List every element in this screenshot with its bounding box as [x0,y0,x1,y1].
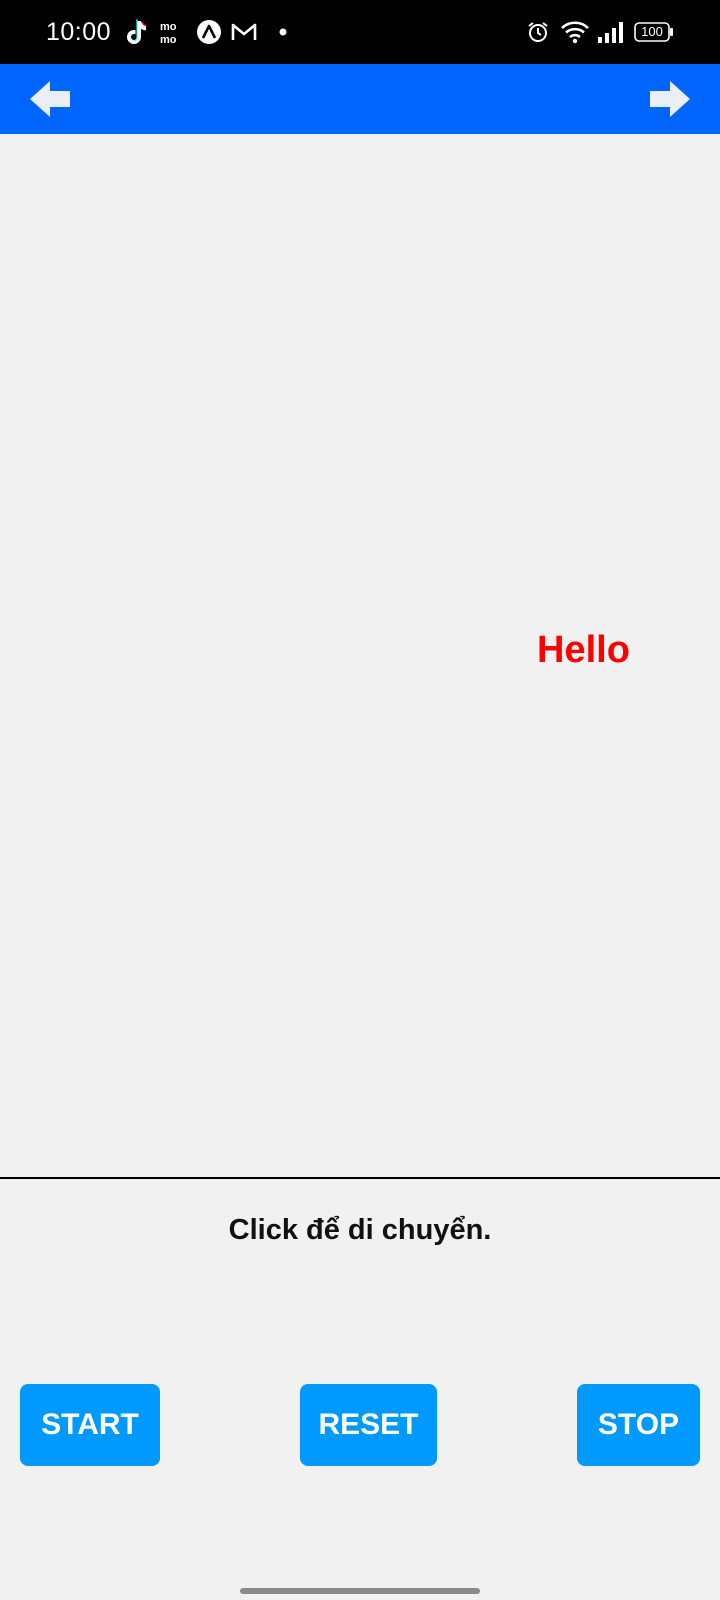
arrow-right-icon[interactable] [648,78,692,120]
instruction-text: Click để di chuyển. [228,1214,492,1246]
momo-icon: mo mo [160,21,177,46]
alarm-icon [528,22,548,42]
animation-area: Hello [0,134,720,1178]
battery-icon: 100 [634,22,674,42]
arrow-left-icon[interactable] [28,78,72,120]
reset-button[interactable]: RESET [300,1384,437,1466]
stop-button[interactable]: STOP [577,1384,700,1466]
gmail-icon [231,23,257,40]
svg-text:mo: mo [160,34,177,46]
divider [0,1177,720,1179]
hello-text: Hello [537,629,630,671]
tiktok-icon [127,19,147,44]
expo-icon [197,20,221,44]
status-bar: 10:00 mo mo 100 [0,0,720,64]
status-time: 10:00 [46,18,112,46]
app-bar [0,64,720,134]
dot-icon [279,28,287,36]
start-button[interactable]: START [20,1384,160,1466]
home-indicator[interactable] [240,1588,480,1594]
battery-level: 100 [641,24,663,39]
wifi-icon [561,21,589,44]
signal-icon [598,22,623,43]
svg-text:mo: mo [160,21,177,33]
